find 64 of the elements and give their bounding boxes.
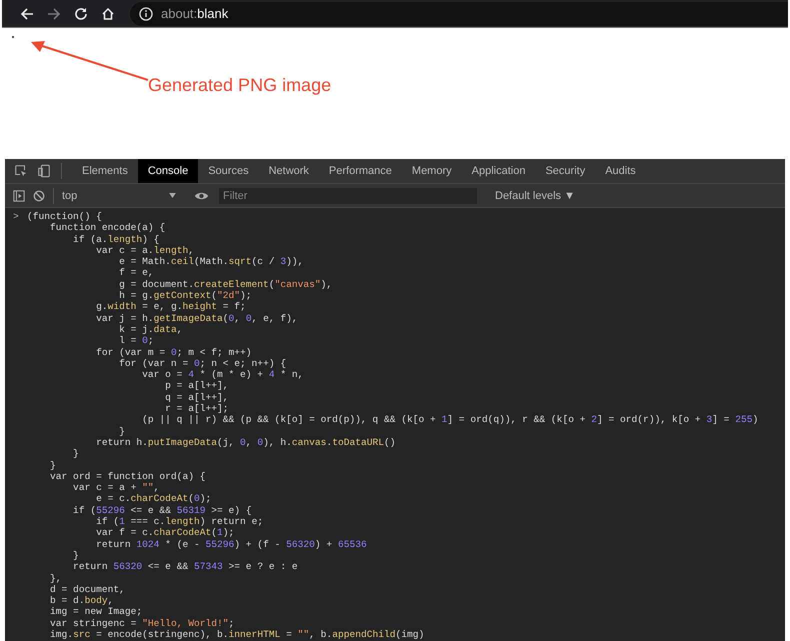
devtools-tab[interactable]: Performance [318, 159, 402, 183]
url-text: about:blank [161, 6, 228, 21]
log-levels-dropdown[interactable]: Default levels ▼ [489, 188, 581, 202]
info-icon[interactable] [139, 6, 153, 20]
address-bar[interactable]: about:blank [130, 2, 788, 26]
code-line: d = document, [49, 584, 125, 596]
devtools-tab[interactable]: Audits [595, 159, 646, 183]
code-line: } [49, 460, 56, 471]
code-line: var c = a.length, [95, 244, 194, 256]
code-line: var j = h.getImageData(0, 0, e, f), [95, 312, 298, 324]
code-line: var f = c.charCodeAt(1); [95, 527, 234, 539]
code-line: b = d.body, [49, 595, 114, 606]
code-line: } [72, 448, 79, 460]
prompt-icon: > [5, 211, 27, 222]
code-line: k = j.data, [118, 324, 182, 336]
code-line: q = a[l++], [164, 392, 229, 404]
code-line: if (55296 <= e && 56319 >= e) { [72, 504, 252, 516]
code-line: for (var m = 0; m < f; m++) [95, 346, 252, 358]
inspect-icon[interactable] [14, 164, 28, 178]
code-line: return 56320 <= e && 57343 >= e ? e : e [72, 561, 298, 572]
devtools-tab[interactable]: Memory [402, 159, 462, 183]
code-line: g = document.createElement("canvas"), [118, 278, 332, 290]
sidebar-toggle-icon[interactable] [13, 190, 25, 202]
devtools-tab[interactable]: Network [258, 159, 319, 183]
code-line: var o = 4 * (m * e) + 4 * n, [141, 369, 304, 380]
devtools-tab[interactable]: Console [138, 159, 198, 183]
home-icon[interactable] [101, 6, 115, 20]
devtools-tab[interactable]: Application [462, 159, 536, 183]
code-line: return 1024 * (e - 55296) + (f - 56320) + 65536 [95, 538, 367, 550]
devtools-tab[interactable]: Security [535, 159, 596, 183]
code-line: f = e, [118, 267, 154, 279]
code-line: for (var n = 0; n < e; n++) { [118, 358, 286, 370]
code-line: h = g.getContext("2d"); [118, 290, 252, 302]
code-line: r = a[l++]; [164, 403, 229, 414]
code-line: l = 0; [118, 335, 154, 347]
code-line: var c = a + "", [72, 482, 160, 494]
devtools-tab[interactable]: Sources [198, 159, 259, 183]
code-line: } [118, 426, 125, 437]
code-line: return h.putImageData(j, 0, 0), h.canvas.toDataURL() [95, 436, 396, 448]
code-line: if (1 === c.length) return e; [95, 516, 264, 528]
code-line: (function() { [27, 211, 102, 222]
code-line: var ord = function ord(a) { [49, 470, 206, 482]
back-icon[interactable] [20, 6, 34, 20]
context-selector[interactable]: top [62, 190, 184, 202]
code-line: e = Math.ceil(Math.sqrt(c / 3)), [118, 256, 304, 268]
filter-field[interactable]: Filter [219, 188, 477, 204]
code-line: if (a.length) { [72, 234, 160, 245]
code-line: } [72, 550, 79, 562]
code-line: }, [49, 572, 62, 584]
code-line: (p || q || r) && (p && (k[o] = ord(p)), q && (k[o + 1] = ord(q)), r && (k[o + 2] = ord(r)), k[o + 3] = 255) [141, 414, 758, 426]
device-icon[interactable] [37, 164, 51, 178]
code-line: img = new Image; [49, 606, 142, 618]
reload-icon[interactable] [74, 6, 88, 20]
code-line: function encode(a) { [49, 222, 166, 234]
code-line: g.width = e, g.height = f; [95, 301, 246, 313]
eye-icon[interactable] [194, 190, 209, 200]
code-line: p = a[l++], [164, 380, 229, 392]
code-line: e = c.charCodeAt(0); [95, 493, 212, 505]
clear-console-icon[interactable] [33, 190, 45, 202]
code-line: img.src = encode(stringenc), b.innerHTML = "", b.appendChild(img) [49, 628, 424, 640]
code-line: var stringenc = "Hello, World!"; [49, 618, 234, 629]
devtools-tab[interactable]: Elements [72, 159, 138, 183]
annotation-label: Generated PNG image [148, 75, 332, 96]
caret-icon[interactable] [169, 193, 176, 198]
